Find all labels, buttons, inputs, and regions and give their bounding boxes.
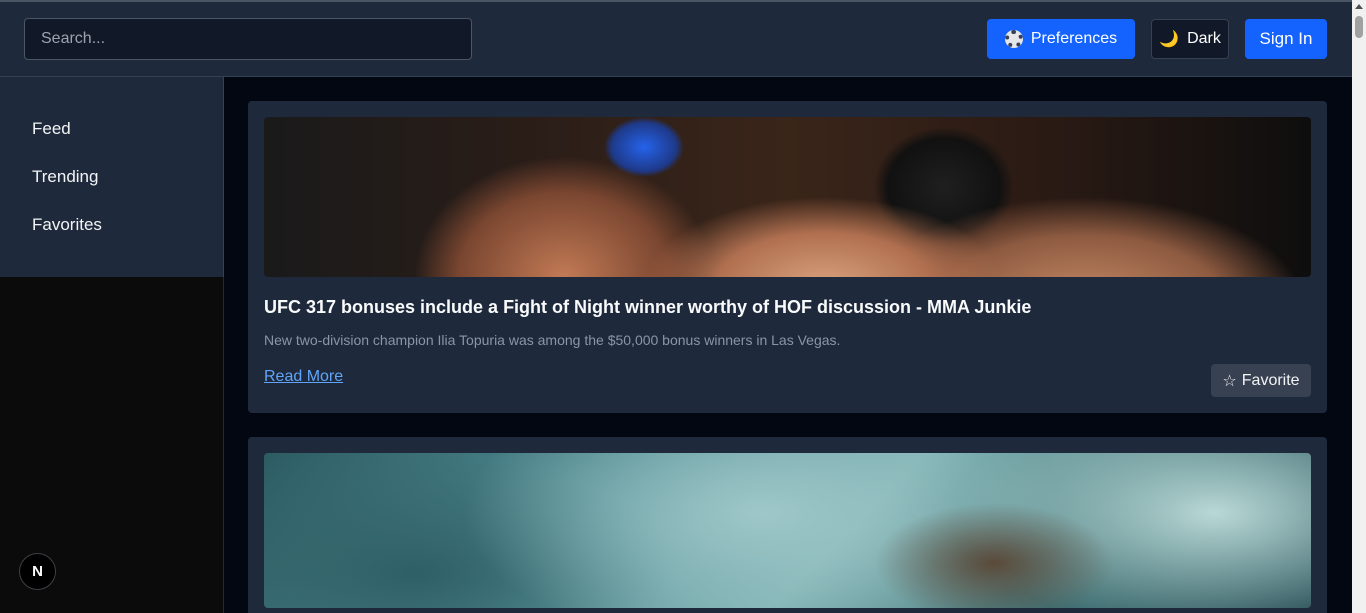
scroll-up-arrow-icon[interactable] (1355, 4, 1363, 9)
article-image (264, 117, 1311, 277)
sidebar-item-feed[interactable]: Feed (32, 119, 71, 139)
sidebar-item-favorites[interactable]: Favorites (32, 215, 102, 235)
article-title: UFC 317 bonuses include a Fight of Night… (264, 297, 1032, 317)
article-description: New two-division champion Ilia Topuria w… (264, 332, 841, 348)
moon-icon: 🌙 (1159, 31, 1180, 48)
preferences-label: Preferences (1030, 30, 1118, 47)
dark-label: Dark (1187, 30, 1221, 47)
article-card: UFC 317 bonuses include a Fight of Night… (248, 101, 1327, 413)
article-card (248, 437, 1327, 613)
article-image (264, 453, 1311, 608)
dark-mode-toggle[interactable]: 🌙 Dark (1151, 19, 1229, 59)
favorite-label: Favorite (1241, 371, 1300, 389)
search-input[interactable] (24, 18, 472, 60)
sign-in-button[interactable]: Sign In (1245, 19, 1327, 59)
page-scrollbar[interactable] (1352, 0, 1366, 613)
nextjs-dev-badge[interactable]: N (19, 553, 56, 590)
nextjs-logo-icon: N (32, 563, 43, 580)
scrollbar-thumb[interactable] (1355, 16, 1363, 38)
favorite-button[interactable]: ☆ Favorite (1211, 364, 1311, 397)
read-more-link[interactable]: Read More (264, 368, 343, 386)
sidebar: Feed Trending Favorites (0, 77, 224, 277)
news-feed[interactable]: UFC 317 bonuses include a Fight of Night… (224, 77, 1352, 613)
top-header: Preferences 🌙 Dark Sign In (0, 0, 1352, 77)
preferences-button[interactable]: Preferences (987, 19, 1135, 59)
star-icon: ☆ (1222, 372, 1237, 390)
sidebar-item-trending[interactable]: Trending (32, 167, 98, 187)
gear-icon (1004, 30, 1023, 48)
